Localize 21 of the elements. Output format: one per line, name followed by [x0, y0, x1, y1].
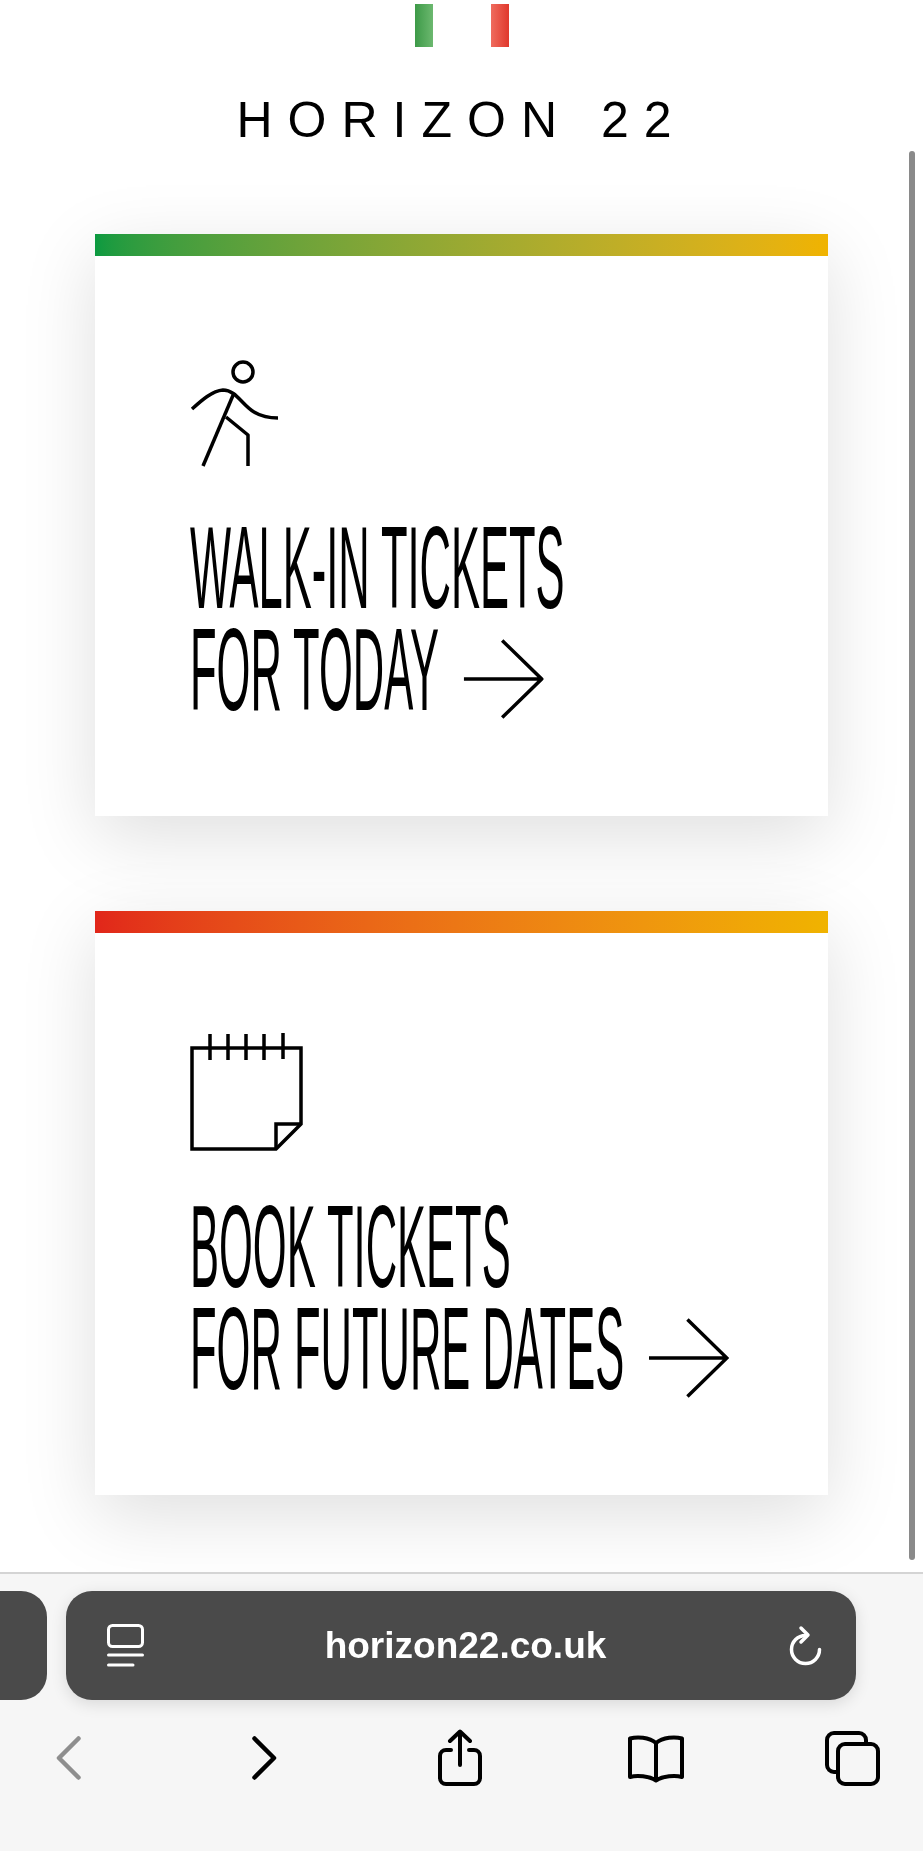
card-title: BOOK TICKETS	[190, 1196, 511, 1298]
site-title: HORIZON 22	[236, 95, 687, 145]
forward-icon[interactable]	[250, 1735, 278, 1781]
adjacent-tab-bar[interactable]	[0, 1591, 47, 1700]
card-title: FOR TODAY	[190, 619, 439, 721]
arrow-icon	[463, 639, 544, 720]
reload-icon[interactable]	[787, 1625, 824, 1666]
url-text[interactable]: horizon22.co.uk	[324, 1617, 607, 1674]
arrow-icon	[648, 1318, 729, 1399]
walking-person-icon	[190, 360, 280, 468]
notepad-icon	[190, 1032, 303, 1151]
ticket-card[interactable]: BOOK TICKETS FOR FUTURE DATES	[95, 911, 828, 1495]
page-menu-icon[interactable]	[107, 1624, 144, 1667]
ticket-card[interactable]: WALK-IN TICKETS FOR TODAY	[95, 234, 828, 816]
card-title: FOR FUTURE DATES	[190, 1298, 625, 1400]
card-title: WALK-IN TICKETS	[190, 517, 565, 619]
book-icon[interactable]	[627, 1733, 685, 1783]
tabs-icon[interactable]	[824, 1730, 880, 1786]
address-bar[interactable]: horizon22.co.uk	[66, 1591, 856, 1700]
flag-icon	[414, 4, 509, 47]
share-icon[interactable]	[437, 1729, 483, 1787]
